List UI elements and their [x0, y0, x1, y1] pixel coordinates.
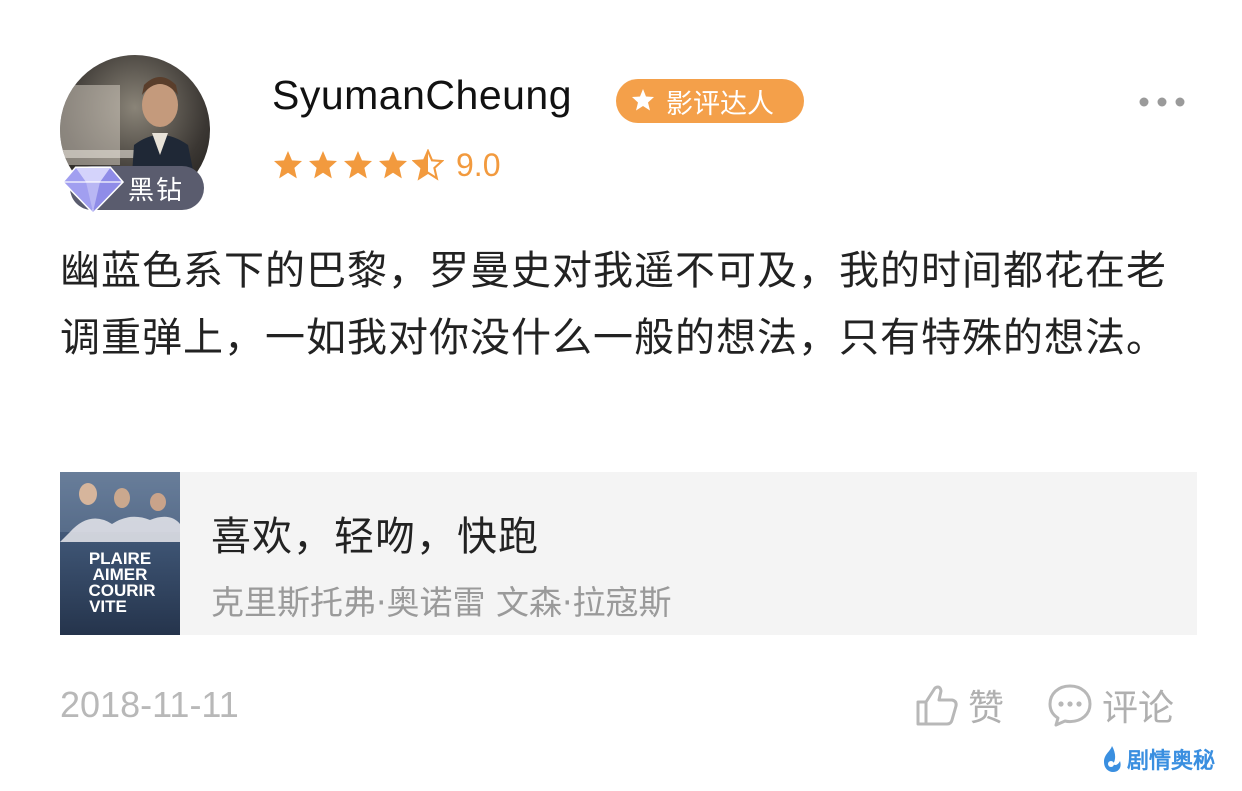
- level-badge-label: 黑钻: [128, 175, 185, 206]
- rating: 9.0: [272, 145, 500, 185]
- star-full-icon: [309, 151, 337, 179]
- comment-label: 评论: [1102, 688, 1175, 729]
- diamond-icon: [62, 166, 124, 215]
- star-full-icon: [274, 151, 302, 179]
- like-button[interactable]: 赞: [914, 680, 1004, 730]
- thumbs-up-icon: [916, 685, 958, 726]
- level-badge: 黑钻: [62, 166, 204, 215]
- username[interactable]: SyumanCheung: [272, 72, 572, 119]
- more-options-button[interactable]: [1138, 90, 1186, 114]
- movie-card[interactable]: PLAIRE AIMER COURIR VITE 喜欢，轻吻，快跑 克里斯托弗·…: [60, 472, 1197, 635]
- poster-text-4: VITE: [89, 597, 127, 616]
- watermark-text: 剧情奥秘: [1127, 749, 1216, 774]
- watermark-logo-icon: [1104, 746, 1121, 772]
- star-full-icon: [344, 151, 372, 179]
- comment-button[interactable]: 评论: [1046, 680, 1174, 730]
- comment-bubble-icon: [1048, 684, 1092, 727]
- review-date: 2018-11-11: [60, 684, 239, 725]
- star-full-icon: [379, 151, 407, 179]
- star-half-icon: [412, 149, 444, 181]
- like-label: 赞: [968, 688, 1005, 729]
- more-dots-icon: [1139, 97, 1185, 107]
- rating-stars: [272, 149, 444, 181]
- movie-title[interactable]: 喜欢，轻吻，快跑: [211, 504, 539, 562]
- critic-badge-label: 影评达人: [666, 88, 774, 120]
- star-icon: [632, 89, 654, 111]
- movie-actors: 克里斯托弗·奥诺雷 文森·拉寇斯: [211, 583, 672, 622]
- review-text: 幽蓝色系下的巴黎，罗曼史对我遥不可及，我的时间都花在老调重弹上，一如我对你没什么…: [60, 248, 1167, 361]
- critic-badge: 影评达人: [616, 79, 804, 123]
- watermark: 剧情奥秘: [1098, 743, 1215, 775]
- movie-poster[interactable]: PLAIRE AIMER COURIR VITE: [60, 472, 180, 635]
- rating-value: 9.0: [456, 146, 501, 183]
